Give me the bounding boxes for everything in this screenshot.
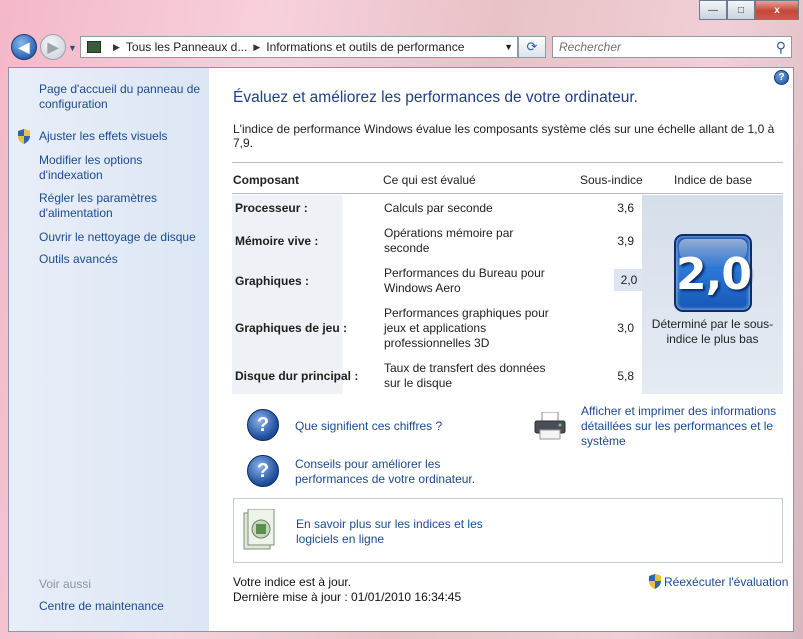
close-button[interactable]: x (755, 0, 799, 20)
maximize-button[interactable]: □ (727, 0, 755, 20)
last-update-text: Dernière mise à jour : 01/01/2010 16:34:… (233, 590, 462, 604)
row-score: 3,0 (617, 321, 634, 335)
page-title: Évaluez et améliorez les performances de… (233, 89, 638, 106)
row-evaluated: Calculs par seconde (384, 201, 493, 215)
back-button[interactable]: ◀ (11, 34, 37, 60)
column-evaluated: Ce qui est évalué (383, 173, 476, 187)
row-component: Graphiques de jeu : (235, 321, 348, 335)
row-score: 3,6 (617, 201, 634, 215)
table-header: Composant Ce qui est évalué Sous-indice … (232, 162, 783, 194)
uac-shield-icon (18, 129, 30, 144)
row-component: Processeur : (235, 201, 308, 215)
breadcrumb-separator-icon[interactable]: ▶ (113, 42, 120, 53)
sidebar-home-link[interactable]: Page d'accueil du panneau de configurati… (39, 82, 204, 112)
search-icon[interactable]: ⚲ (776, 39, 786, 56)
base-score-panel: 2,0 Déterminé par le sous-indice le plus… (642, 195, 783, 394)
uac-shield-icon (649, 574, 661, 589)
window-frame: — □ x ◀ ▶ ▼ ▶ Tous les Panneaux d... ▶ I… (0, 0, 803, 639)
main-panel: ? Évaluez et améliorez les performances … (209, 68, 793, 631)
help-icon[interactable]: ? (774, 70, 789, 85)
address-dropdown-icon[interactable]: ▼ (504, 42, 513, 52)
maintenance-center-link[interactable]: Centre de maintenance (39, 599, 164, 614)
learn-more-box: En savoir plus sur les indices et les lo… (233, 498, 783, 563)
print-details-link[interactable]: Afficher et imprimer des informations dé… (581, 404, 781, 449)
row-score: 3,9 (617, 234, 634, 248)
sidebar-item-indexing[interactable]: Modifier les options d'indexation (39, 153, 199, 183)
recent-pages-dropdown[interactable]: ▼ (68, 43, 77, 53)
column-subscore: Sous-indice (580, 173, 643, 187)
address-toolbar: ◀ ▶ ▼ ▶ Tous les Panneaux d... ▶ Informa… (0, 30, 803, 66)
base-score-value: 2,0 (676, 249, 752, 300)
row-evaluated: Performances du Bureau pour Windows Aero (384, 266, 545, 295)
forward-button[interactable]: ▶ (40, 34, 66, 60)
content-area: Page d'accueil du panneau de configurati… (8, 67, 794, 632)
column-base-score: Indice de base (674, 173, 753, 187)
help-question-icon: ? (247, 455, 279, 487)
sidebar: Page d'accueil du panneau de configurati… (9, 68, 209, 631)
sidebar-item-advanced-tools[interactable]: Outils avancés (39, 252, 199, 267)
row-evaluated: Opérations mémoire par seconde (384, 226, 514, 255)
row-score: 5,8 (617, 369, 634, 383)
search-input[interactable]: Rechercher ⚲ (552, 36, 792, 58)
rerun-label[interactable]: Réexécuter l'évaluation (664, 575, 788, 589)
row-component: Disque dur principal : (235, 369, 359, 383)
learn-more-link[interactable]: En savoir plus sur les indices et les lo… (296, 517, 496, 547)
row-component: Mémoire vive : (235, 234, 319, 248)
rerun-assessment-link[interactable]: Réexécuter l'évaluation (648, 574, 788, 589)
software-box-icon (243, 509, 275, 550)
row-score-lowest: 2,0 (614, 269, 644, 291)
breadcrumb-separator-icon[interactable]: ▶ (253, 42, 260, 53)
help-question-icon: ? (247, 409, 279, 441)
sidebar-item-disk-cleanup[interactable]: Ouvrir le nettoyage de disque (39, 230, 199, 245)
window-controls: — □ x (699, 0, 799, 20)
row-evaluated: Performances graphiques pour jeux et app… (384, 306, 549, 350)
printer-icon (534, 412, 566, 440)
minimize-button[interactable]: — (699, 0, 727, 20)
tips-link[interactable]: Conseils pour améliorer les performances… (295, 457, 495, 487)
status-text: Votre indice est à jour. (233, 575, 352, 589)
sidebar-item-visual-effects[interactable]: Ajuster les effets visuels (39, 129, 199, 144)
what-numbers-link[interactable]: Que signifient ces chiffres ? (295, 419, 442, 434)
row-evaluated: Taux de transfert des données sur le dis… (384, 361, 546, 390)
control-panel-icon (87, 41, 101, 53)
page-description: L'indice de performance Windows évalue l… (233, 122, 775, 150)
base-score-explanation: Déterminé par le sous-indice le plus bas (651, 317, 774, 346)
table-body: Processeur : Calculs par seconde 3,6 Mém… (232, 195, 644, 394)
see-also-heading: Voir aussi (39, 577, 92, 591)
address-bar[interactable]: ▶ Tous les Panneaux d... ▶ Informations … (80, 36, 518, 58)
column-component: Composant (233, 173, 299, 187)
search-placeholder: Rechercher (559, 40, 622, 54)
row-component: Graphiques : (235, 274, 310, 288)
sidebar-item-power[interactable]: Régler les paramètres d'alimentation (39, 191, 199, 221)
breadcrumb-all-panels[interactable]: Tous les Panneaux d... (126, 40, 247, 54)
breadcrumb-performance[interactable]: Informations et outils de performance (266, 40, 464, 54)
refresh-button[interactable]: ⟳ (518, 36, 546, 58)
score-table: Composant Ce qui est évalué Sous-indice … (232, 162, 783, 395)
base-score-badge: 2,0 (674, 234, 752, 312)
